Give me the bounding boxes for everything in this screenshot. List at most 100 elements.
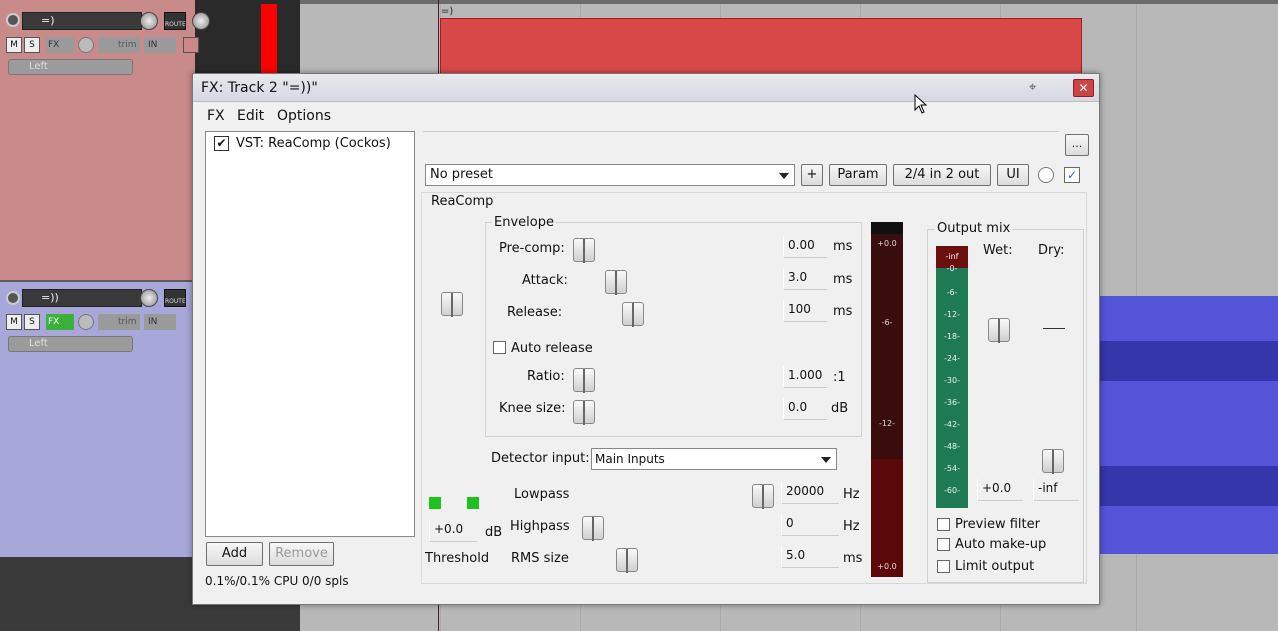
media-item-track2[interactable] xyxy=(1098,296,1278,554)
media-item-label: =) xyxy=(441,6,454,17)
output-scale-label: -42- xyxy=(944,420,960,429)
output-meter: -inf -0- -6- -12- -18- -24- -30- -36- -4… xyxy=(936,246,968,508)
attack-unit: ms xyxy=(833,272,853,287)
attack-slider[interactable] xyxy=(605,270,627,295)
pan-knob[interactable] xyxy=(192,12,210,30)
lowpass-value[interactable]: 20000 xyxy=(781,482,839,504)
menu-edit[interactable]: Edit xyxy=(237,108,264,124)
fx-chain-item[interactable]: VST: ReaComp (Cockos) xyxy=(236,136,391,151)
input-button[interactable]: IN xyxy=(144,314,176,330)
remove-fx-button[interactable]: Remove xyxy=(269,542,334,566)
threshold-value[interactable]: +0.0 xyxy=(429,520,477,542)
input-led-right xyxy=(467,497,479,509)
route-button[interactable]: ROUTE xyxy=(164,12,186,30)
ui-button[interactable]: UI xyxy=(997,164,1029,186)
rms-unit: ms xyxy=(843,551,863,566)
gr-scale-label: -6- xyxy=(881,318,893,327)
solo-button[interactable]: S xyxy=(24,37,40,53)
limit-output-label: Limit output xyxy=(955,559,1035,574)
add-preset-button[interactable]: + xyxy=(801,164,823,186)
timeline-ruler[interactable] xyxy=(300,0,1278,4)
highpass-unit: Hz xyxy=(843,519,860,534)
io-button[interactable]: 2/4 in 2 out xyxy=(893,164,991,186)
lowpass-slider[interactable] xyxy=(752,484,774,509)
knee-value[interactable]: 0.0 xyxy=(783,398,827,420)
auto-release-checkbox[interactable] xyxy=(493,341,506,354)
record-mode-icon[interactable] xyxy=(183,37,199,53)
wet-value[interactable]: +0.0 xyxy=(977,479,1023,501)
precomp-slider[interactable] xyxy=(573,238,595,263)
track-name-field[interactable]: =)) xyxy=(22,289,142,307)
threshold-slider[interactable] xyxy=(441,292,463,317)
fx-chain-list[interactable]: ✔ VST: ReaComp (Cockos) xyxy=(205,131,415,537)
output-mix-title: Output mix xyxy=(935,221,1013,236)
bypass-checkbox[interactable]: ✓ xyxy=(1064,167,1080,183)
dry-slider-track[interactable] xyxy=(1043,328,1065,329)
add-fx-button[interactable]: Add xyxy=(206,542,263,566)
fx-button[interactable]: FX xyxy=(46,314,74,330)
ratio-slider[interactable] xyxy=(573,368,595,393)
attack-value[interactable]: 3.0 xyxy=(783,268,827,290)
rms-value[interactable]: 5.0 xyxy=(781,546,839,568)
preview-filter-checkbox[interactable] xyxy=(937,518,950,531)
knee-label: Knee size: xyxy=(499,401,566,416)
input-channel-select[interactable]: Left xyxy=(8,336,133,352)
dry-slider[interactable] xyxy=(1042,449,1064,474)
record-arm-button[interactable] xyxy=(6,13,20,27)
phase-icon[interactable] xyxy=(78,314,94,330)
input-led-left xyxy=(429,497,441,509)
ratio-unit: :1 xyxy=(833,370,846,385)
output-scale-label: -24- xyxy=(944,354,960,363)
plugin-top-panel xyxy=(423,131,1059,153)
menu-options[interactable]: Options xyxy=(277,108,331,124)
ratio-label: Ratio: xyxy=(527,369,565,384)
fx-button[interactable]: FX xyxy=(46,37,74,53)
fx-enable-checkbox[interactable]: ✔ xyxy=(214,136,229,151)
output-scale-label: -48- xyxy=(944,442,960,451)
envelope-title: Envelope xyxy=(492,215,556,230)
highpass-label: Highpass xyxy=(510,519,570,534)
record-arm-button[interactable] xyxy=(6,291,20,305)
output-meter-top: -inf xyxy=(945,252,959,261)
auto-makeup-checkbox[interactable] xyxy=(937,538,950,551)
mute-button[interactable]: M xyxy=(6,37,22,53)
pin-icon[interactable]: ⌖ xyxy=(1029,80,1036,95)
param-button[interactable]: Param xyxy=(829,164,887,186)
release-value[interactable]: 100 xyxy=(783,300,827,322)
knee-slider[interactable] xyxy=(573,400,595,425)
preset-value: No preset xyxy=(430,167,493,182)
volume-knob[interactable] xyxy=(140,12,158,30)
precomp-value[interactable]: 0.00 xyxy=(783,236,827,258)
route-button[interactable]: ROUTE xyxy=(164,289,186,307)
trim-button[interactable]: trim xyxy=(98,314,140,330)
wet-knob[interactable] xyxy=(1038,167,1054,183)
dry-value[interactable]: -inf xyxy=(1033,479,1079,501)
more-button[interactable]: ... xyxy=(1065,134,1089,156)
detector-select[interactable]: Main Inputs xyxy=(591,448,837,470)
ratio-value[interactable]: 1.000 xyxy=(783,366,827,388)
solo-button[interactable]: S xyxy=(24,314,40,330)
plugin-name: ReaComp xyxy=(431,194,494,209)
volume-knob[interactable] xyxy=(140,289,158,307)
input-channel-select[interactable]: Left xyxy=(8,59,133,75)
mute-button[interactable]: M xyxy=(6,314,22,330)
trim-button[interactable]: trim xyxy=(98,37,140,53)
wet-slider[interactable] xyxy=(988,318,1010,343)
output-scale-label: -0- xyxy=(946,264,958,273)
track-name-field[interactable]: =) xyxy=(22,12,142,30)
fx-window[interactable]: FX: Track 2 "=))" ⌖ ✕ FX Edit Options ✔ … xyxy=(192,73,1100,605)
preset-select[interactable]: No preset xyxy=(425,164,795,186)
phase-icon[interactable] xyxy=(78,37,94,53)
highpass-slider[interactable] xyxy=(582,516,604,541)
input-button[interactable]: IN xyxy=(144,37,176,53)
limit-output-checkbox[interactable] xyxy=(937,560,950,573)
rms-slider[interactable] xyxy=(616,548,638,573)
lowpass-label: Lowpass xyxy=(514,487,570,502)
release-slider[interactable] xyxy=(622,302,644,327)
highpass-value[interactable]: 0 xyxy=(781,514,839,536)
window-titlebar[interactable]: FX: Track 2 "=))" ⌖ ✕ xyxy=(193,74,1099,102)
threshold-unit: dB xyxy=(485,525,503,540)
output-scale-label: -60- xyxy=(944,486,960,495)
menu-fx[interactable]: FX xyxy=(207,108,225,124)
close-button[interactable]: ✕ xyxy=(1073,79,1094,97)
